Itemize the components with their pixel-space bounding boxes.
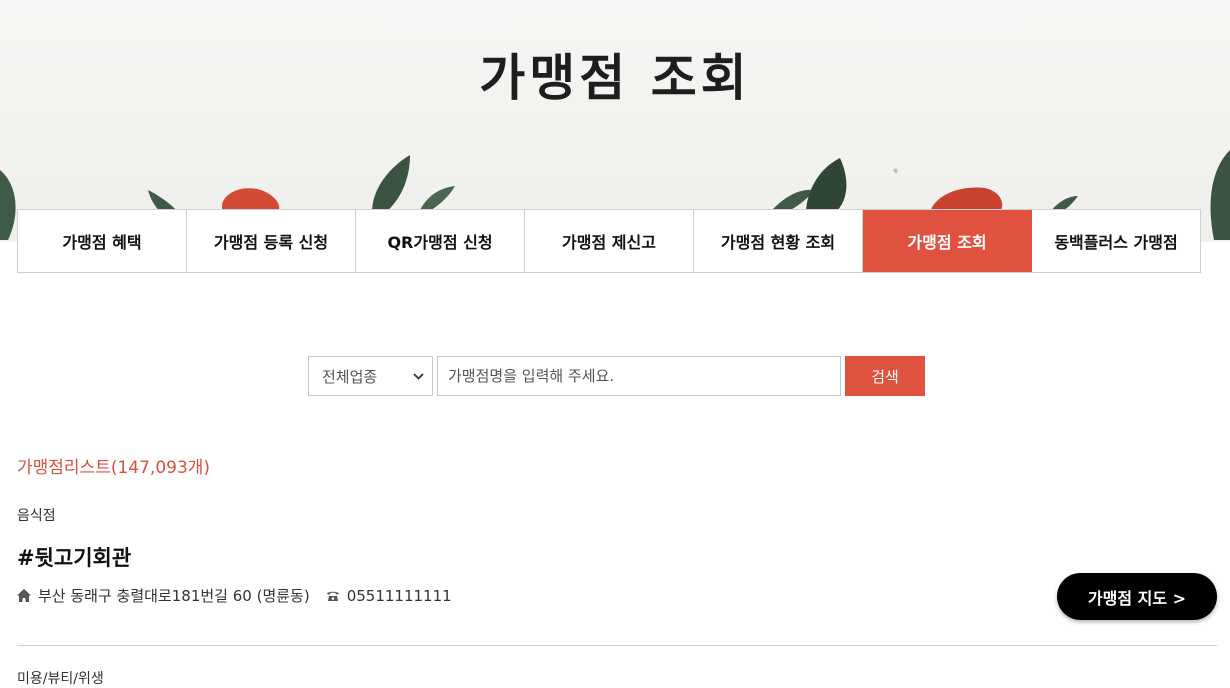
merchant-map-button[interactable]: 가맹점 지도 >	[1057, 573, 1217, 620]
store-name[interactable]: #뒷고기회관	[17, 542, 1217, 572]
search-bar: 전체업종 검색	[308, 356, 925, 396]
phone-icon	[326, 591, 339, 601]
store-phone: 05511111111	[346, 586, 452, 605]
divider	[17, 645, 1217, 646]
category-select[interactable]: 전체업종	[308, 356, 433, 396]
chevron-down-icon	[413, 370, 424, 383]
store-info: 부산 동래구 충렬대로181번길 60 (명륜동) 05511111111	[17, 585, 1217, 606]
store-category: 음식점	[17, 508, 56, 524]
home-icon	[17, 589, 31, 602]
search-input[interactable]	[437, 356, 841, 396]
tab-merchant-status[interactable]: 가맹점 현황 조회	[694, 210, 863, 272]
store-address: 부산 동래구 충렬대로181번길 60 (명륜동)	[38, 587, 310, 605]
tab-bar: 가맹점 혜택 가맹점 등록 신청 QR가맹점 신청 가맹점 제신고 가맹점 현황…	[17, 209, 1201, 273]
list-count: 가맹점리스트(147,093개)	[17, 458, 211, 478]
tab-merchant-registration[interactable]: 가맹점 등록 신청	[187, 210, 356, 272]
store-phone-group: 05511111111	[326, 587, 452, 605]
store-category: 미용/뷰티/위생	[17, 671, 104, 687]
hero-banner: 가맹점 조회	[0, 0, 1230, 242]
tab-dongbaek-plus-merchant[interactable]: 동백플러스 가맹점	[1032, 210, 1200, 272]
tab-merchant-search[interactable]: 가맹점 조회	[863, 210, 1032, 272]
category-select-value: 전체업종	[322, 367, 378, 386]
tab-merchant-benefits[interactable]: 가맹점 혜택	[18, 210, 187, 272]
camellia-decoration	[0, 150, 1230, 240]
tab-merchant-report[interactable]: 가맹점 제신고	[525, 210, 694, 272]
tab-qr-merchant-application[interactable]: QR가맹점 신청	[356, 210, 525, 272]
page-title: 가맹점 조회	[479, 49, 751, 107]
search-button[interactable]: 검색	[845, 356, 925, 396]
list-item: 음식점 #뒷고기회관 부산 동래구 충렬대로181번길 60 (명륜동) 055…	[17, 505, 1217, 606]
